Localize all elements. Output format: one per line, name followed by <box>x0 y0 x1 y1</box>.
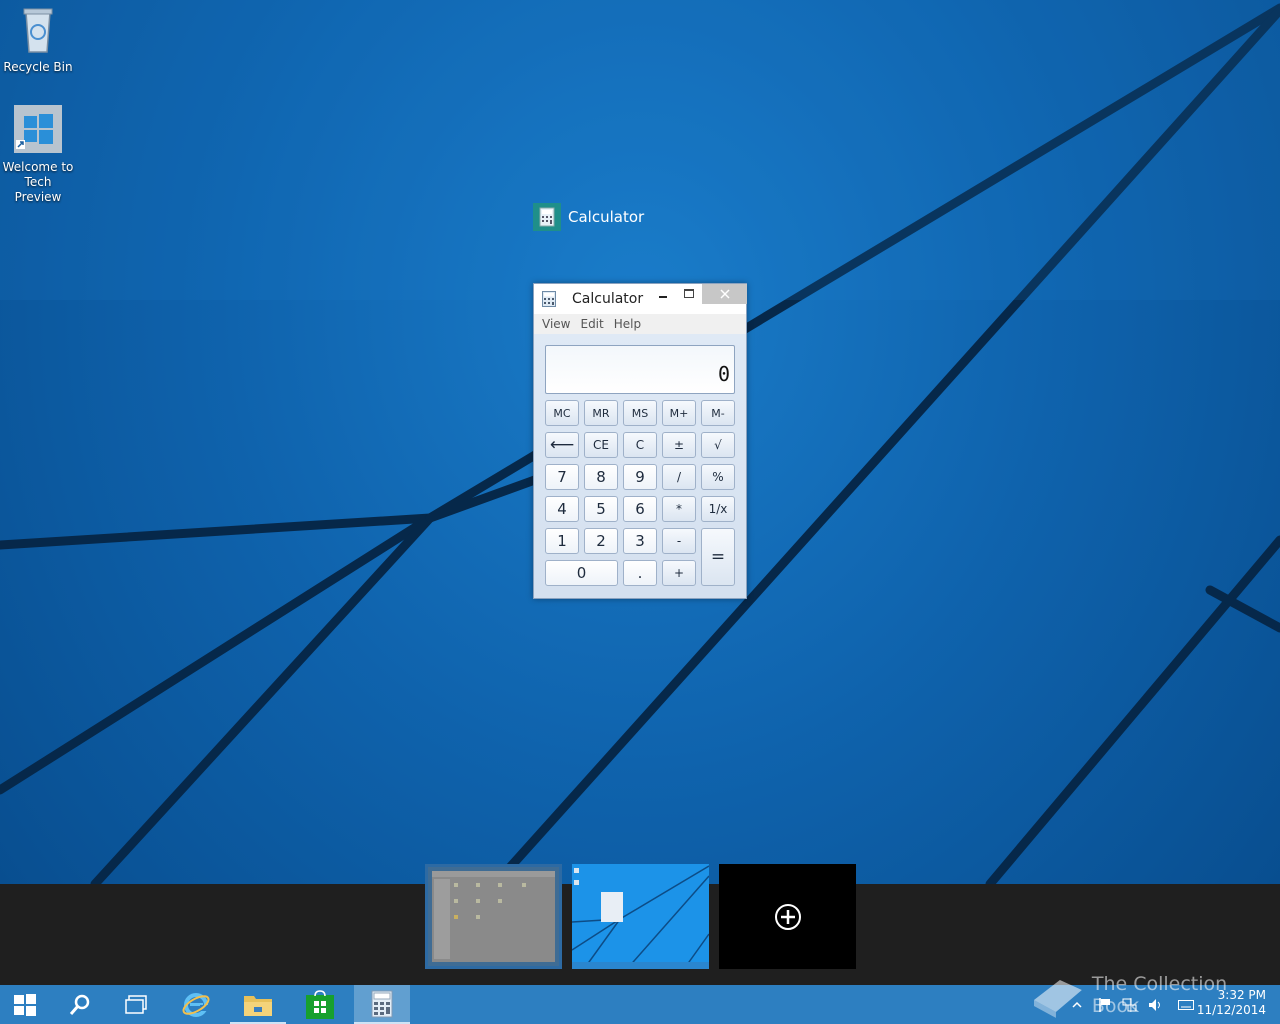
store-icon <box>306 989 334 1019</box>
mc-button[interactable]: MC <box>545 400 579 426</box>
task-view-window-label[interactable]: Calculator <box>533 203 644 231</box>
minimize-icon <box>659 296 667 298</box>
search-button[interactable] <box>52 985 108 1024</box>
m-plus-button[interactable]: M+ <box>662 400 696 426</box>
digit-7-button[interactable]: 7 <box>545 464 579 490</box>
title-bar[interactable]: Calculator <box>534 284 747 314</box>
desktop-icon-recycle-bin[interactable]: Recycle Bin <box>0 6 76 75</box>
start-button[interactable] <box>0 985 50 1024</box>
file-explorer-button[interactable] <box>230 985 286 1024</box>
ms-button[interactable]: MS <box>623 400 657 426</box>
virtual-desktop-2-thumbnail[interactable] <box>572 864 709 969</box>
store-button[interactable] <box>292 985 348 1024</box>
file-explorer-icon <box>244 995 272 1016</box>
calculator-icon <box>371 990 393 1017</box>
book-logo-icon <box>1033 980 1082 1018</box>
calculator-icon <box>533 203 561 231</box>
square-root-button[interactable]: √ <box>701 432 735 458</box>
digit-8-button[interactable]: 8 <box>584 464 618 490</box>
digit-2-button[interactable]: 2 <box>584 528 618 554</box>
menu-edit[interactable]: Edit <box>580 317 603 331</box>
digit-4-button[interactable]: 4 <box>545 496 579 522</box>
add-button[interactable]: + <box>662 560 696 586</box>
plus-circle-icon <box>774 903 801 930</box>
digit-0-button[interactable]: 0 <box>545 560 618 586</box>
multiply-button[interactable]: * <box>662 496 696 522</box>
desktop-icon-label: Recycle Bin <box>3 60 73 74</box>
subtract-button[interactable]: - <box>662 528 696 554</box>
watermark: The Collection Book <box>1030 972 1280 1018</box>
windows-logo-icon <box>14 105 62 153</box>
desktop-preview-image <box>432 871 555 962</box>
recycle-bin-icon <box>23 8 53 53</box>
m-minus-button[interactable]: M- <box>701 400 735 426</box>
add-desktop-button[interactable] <box>719 864 856 969</box>
digit-3-button[interactable]: 3 <box>623 528 657 554</box>
digit-9-button[interactable]: 9 <box>623 464 657 490</box>
search-icon <box>69 994 90 1015</box>
percent-button[interactable]: % <box>701 464 735 490</box>
desktop-preview-image <box>572 864 709 969</box>
calculator-icon <box>542 291 556 307</box>
digit-6-button[interactable]: 6 <box>623 496 657 522</box>
window-label-text: Calculator <box>568 208 645 226</box>
negate-button[interactable]: ± <box>662 432 696 458</box>
clear-entry-button[interactable]: CE <box>584 432 618 458</box>
menu-bar: View Edit Help <box>534 314 746 334</box>
maximize-icon <box>684 289 694 298</box>
clear-button[interactable]: C <box>623 432 657 458</box>
calculator-display: 0 <box>545 345 735 394</box>
close-button[interactable] <box>702 284 747 304</box>
digit-5-button[interactable]: 5 <box>584 496 618 522</box>
equals-button[interactable]: = <box>701 528 735 586</box>
internet-explorer-icon <box>182 992 210 1017</box>
reciprocal-button[interactable]: 1/x <box>701 496 735 522</box>
digit-1-button[interactable]: 1 <box>545 528 579 554</box>
backspace-button[interactable]: ⟵ <box>545 432 579 458</box>
task-view-icon <box>125 994 147 1014</box>
menu-help[interactable]: Help <box>614 317 641 331</box>
calculator-window[interactable]: Calculator View Edit Help 0 MC MR MS M+ … <box>533 283 747 599</box>
desktop-icon-label: Welcome to Tech Preview <box>2 160 74 204</box>
calculator-body: 0 MC MR MS M+ M- ⟵ CE C ± √ 7 8 9 / % 4 … <box>534 334 746 598</box>
watermark-text: The Collection Book <box>1091 973 1228 1017</box>
desktop-icon-welcome[interactable]: Welcome to Tech Preview <box>0 104 76 205</box>
menu-view[interactable]: View <box>542 317 570 331</box>
task-view-button[interactable] <box>108 985 164 1024</box>
divide-button[interactable]: / <box>662 464 696 490</box>
maximize-button[interactable] <box>676 284 702 304</box>
decimal-button[interactable]: . <box>623 560 657 586</box>
internet-explorer-button[interactable] <box>168 985 224 1024</box>
start-icon <box>14 993 36 1016</box>
virtual-desktop-1-thumbnail[interactable] <box>425 864 562 969</box>
close-icon <box>719 289 730 299</box>
calculator-taskbar-button[interactable] <box>354 985 410 1024</box>
mr-button[interactable]: MR <box>584 400 618 426</box>
minimize-button[interactable] <box>650 284 676 304</box>
window-title: Calculator <box>572 291 644 307</box>
